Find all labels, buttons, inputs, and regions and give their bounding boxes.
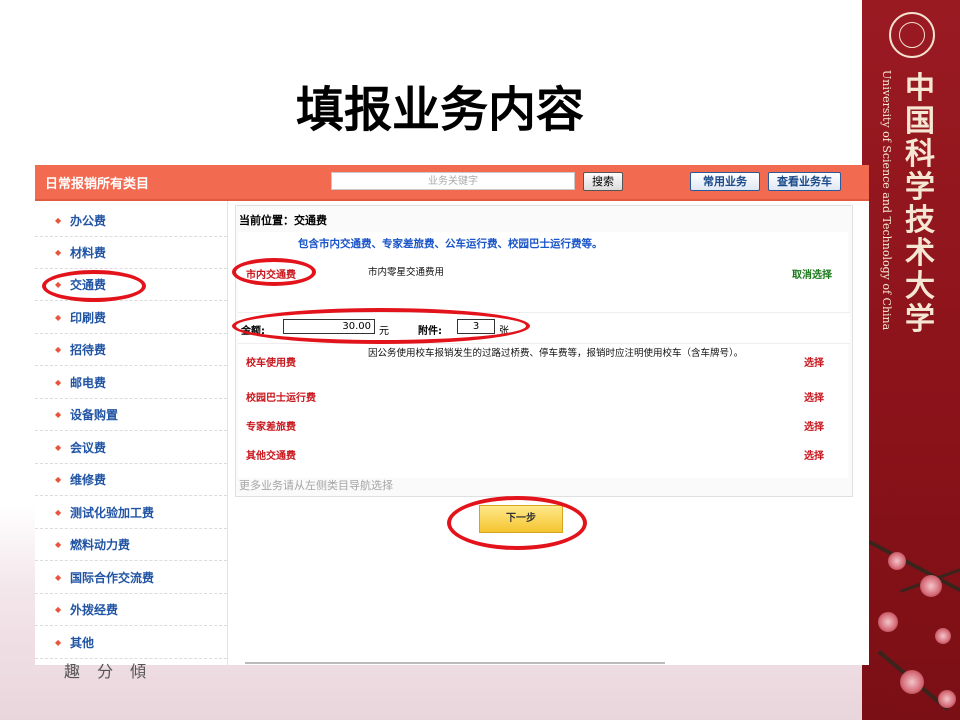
item-name: 校园巴士运行费 bbox=[246, 393, 316, 404]
university-name-cn: 中国科学技术大学 bbox=[905, 71, 935, 337]
diamond-bullet-icon: ◆ bbox=[55, 248, 62, 257]
blossom-icon bbox=[888, 552, 906, 570]
sidebar-item-label: 测试化验加工费 bbox=[70, 506, 155, 520]
diamond-bullet-icon: ◆ bbox=[55, 638, 62, 647]
sidebar-item-label: 外拨经费 bbox=[70, 603, 119, 617]
sidebar-item-label: 印刷费 bbox=[70, 311, 107, 325]
sidebar-item-label: 国际合作交流费 bbox=[70, 571, 155, 585]
item-name: 其他交通费 bbox=[246, 451, 296, 462]
cancel-select-link[interactable]: 取消选择 bbox=[792, 266, 832, 281]
business-list: 包含市内交通费、专家差旅费、公车运行费、校园巴士运行费等。 市内交通费 市内零星… bbox=[238, 232, 850, 478]
view-cart-button[interactable]: 查看业务车 bbox=[768, 172, 841, 191]
sidebar-item-label: 燃料动力费 bbox=[70, 538, 131, 552]
diamond-bullet-icon: ◆ bbox=[55, 378, 62, 387]
blossom-icon bbox=[935, 628, 951, 644]
sidebar-item-postal[interactable]: ◆ 邮电费 bbox=[35, 367, 227, 399]
sidebar-item-label: 维修费 bbox=[70, 473, 107, 487]
sidebar-item-repair[interactable]: ◆ 维修费 bbox=[35, 464, 227, 496]
sidebar-item-international[interactable]: ◆ 国际合作交流费 bbox=[35, 562, 227, 594]
search-button[interactable]: 搜索 bbox=[583, 172, 623, 191]
sidebar-item-materials[interactable]: ◆ 材料费 bbox=[35, 237, 227, 269]
more-hint: 更多业务请从左侧类目导航选择 bbox=[239, 479, 393, 492]
sidebar-item-meeting[interactable]: ◆ 会议费 bbox=[35, 432, 227, 464]
sidebar-item-label: 其他 bbox=[70, 636, 95, 650]
item-name: 校车使用费 bbox=[246, 358, 296, 369]
search-input[interactable]: 业务关键字 bbox=[331, 172, 575, 190]
diamond-bullet-icon: ◆ bbox=[55, 605, 62, 614]
category-description: 包含市内交通费、专家差旅费、公车运行费、校园巴士运行费等。 bbox=[298, 238, 603, 250]
diamond-bullet-icon: ◆ bbox=[55, 313, 62, 322]
diamond-bullet-icon: ◆ bbox=[55, 540, 62, 549]
blossom-icon bbox=[878, 612, 898, 632]
blossom-icon bbox=[938, 690, 956, 708]
diamond-bullet-icon: ◆ bbox=[55, 443, 62, 452]
diamond-bullet-icon: ◆ bbox=[55, 508, 62, 517]
content-panel: 当前位置：交通费 包含市内交通费、专家差旅费、公车运行费、校园巴士运行费等。 市… bbox=[235, 205, 853, 497]
select-link[interactable]: 选择 bbox=[804, 389, 824, 404]
breadcrumb: 当前位置：交通费 bbox=[239, 214, 327, 227]
item-desc: 因公务使用校车报销发生的过路过桥费、停车费等，报销时应注明使用校车（含车牌号）。 bbox=[368, 348, 744, 359]
university-name-en: University of Science and Technology of … bbox=[880, 70, 893, 331]
category-title: 日常报销所有类目 bbox=[45, 177, 150, 192]
diamond-bullet-icon: ◆ bbox=[55, 410, 62, 419]
divider bbox=[245, 662, 665, 664]
select-link[interactable]: 选择 bbox=[804, 354, 824, 369]
blossom-icon bbox=[900, 670, 924, 694]
top-bar: 日常报销所有类目 业务关键字 搜索 常用业务 查看业务车 bbox=[35, 165, 869, 201]
sidebar-item-external-funds[interactable]: ◆ 外拨经费 bbox=[35, 594, 227, 626]
select-link[interactable]: 选择 bbox=[804, 447, 824, 462]
select-link[interactable]: 选择 bbox=[804, 418, 824, 433]
sidebar: ◆ 办公费 ◆ 材料费 ◆ 交通费 ◆ 印刷费 ◆ 招待费 ◆ 邮电费 ◆ 设备购置 ◆ 会议费… bbox=[35, 201, 228, 665]
sidebar-item-label: 设备购置 bbox=[70, 408, 119, 422]
diamond-bullet-icon: ◆ bbox=[55, 216, 62, 225]
item-name: 专家差旅费 bbox=[246, 422, 296, 433]
diamond-bullet-icon: ◆ bbox=[55, 475, 62, 484]
blossom-icon bbox=[920, 575, 942, 597]
sidebar-item-equipment[interactable]: ◆ 设备购置 bbox=[35, 399, 227, 431]
sidebar-item-testing[interactable]: ◆ 测试化验加工费 bbox=[35, 497, 227, 529]
common-business-button[interactable]: 常用业务 bbox=[690, 172, 760, 191]
sidebar-item-office[interactable]: ◆ 办公费 bbox=[35, 205, 227, 237]
highlight-ring-next bbox=[447, 496, 587, 550]
sidebar-item-label: 会议费 bbox=[70, 441, 107, 455]
sidebar-item-label: 办公费 bbox=[70, 214, 107, 228]
highlight-ring-amount bbox=[232, 308, 530, 344]
highlight-ring-selected bbox=[232, 258, 316, 286]
selected-item-desc: 市内零星交通费用 bbox=[368, 267, 445, 278]
diamond-bullet-icon: ◆ bbox=[55, 345, 62, 354]
sidebar-item-label: 材料费 bbox=[70, 246, 107, 260]
partial-background-text: 趣 分 傾 bbox=[64, 662, 153, 681]
app-screenshot: 日常报销所有类目 业务关键字 搜索 常用业务 查看业务车 ◆ 办公费 ◆ 材料费 ◆… bbox=[35, 165, 869, 665]
sidebar-item-label: 邮电费 bbox=[70, 376, 107, 390]
sidebar-item-printing[interactable]: ◆ 印刷费 bbox=[35, 302, 227, 334]
slide-title: 填报业务内容 bbox=[295, 82, 584, 138]
sidebar-item-other[interactable]: ◆ 其他 bbox=[35, 627, 227, 659]
sidebar-item-fuel[interactable]: ◆ 燃料动力费 bbox=[35, 529, 227, 561]
sidebar-item-label: 招待费 bbox=[70, 343, 107, 357]
highlight-ring-transport bbox=[42, 270, 146, 302]
diamond-bullet-icon: ◆ bbox=[55, 573, 62, 582]
university-emblem-icon bbox=[889, 12, 935, 58]
sidebar-item-hospitality[interactable]: ◆ 招待费 bbox=[35, 334, 227, 366]
